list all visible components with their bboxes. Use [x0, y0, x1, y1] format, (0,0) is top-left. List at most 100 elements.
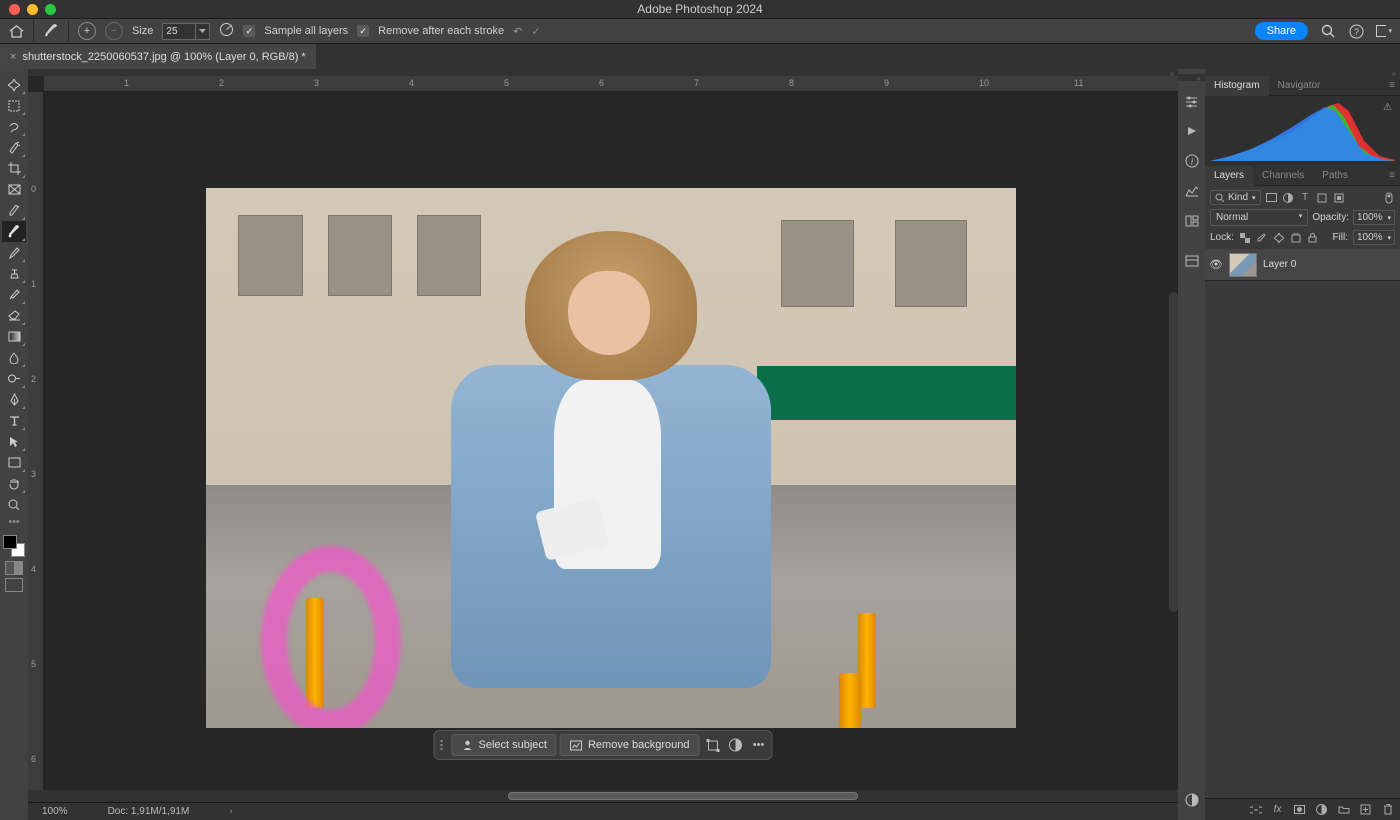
lock-image-icon[interactable]: [1256, 232, 1268, 244]
quick-mask-mode-icon[interactable]: [5, 561, 23, 575]
horizontal-ruler[interactable]: 1234567891011: [44, 76, 1178, 92]
transform-icon[interactable]: [703, 735, 723, 755]
layer-mask-icon[interactable]: [1293, 803, 1306, 816]
histogram-warning-icon[interactable]: ⚠: [1383, 102, 1392, 113]
styles-panel-icon[interactable]: [1182, 790, 1202, 810]
tab-histogram[interactable]: Histogram: [1205, 76, 1269, 96]
sample-all-layers-checkbox[interactable]: ✓: [243, 25, 255, 37]
search-icon[interactable]: [1320, 23, 1336, 39]
lock-transparency-icon[interactable]: [1239, 232, 1251, 244]
opacity-input[interactable]: 100%▾: [1353, 210, 1395, 225]
filter-type-icon[interactable]: T: [1299, 191, 1312, 204]
blend-mode-dropdown[interactable]: Normal▾: [1210, 209, 1308, 226]
magic-wand-tool[interactable]: [2, 137, 26, 158]
marquee-tool[interactable]: [2, 95, 26, 116]
select-subject-button[interactable]: Select subject: [452, 734, 557, 756]
dodge-tool[interactable]: [2, 368, 26, 389]
remove-background-button[interactable]: Remove background: [560, 734, 700, 756]
layer-row[interactable]: 👁 Layer 0: [1205, 249, 1400, 281]
remove-after-stroke-checkbox[interactable]: ✓: [357, 25, 369, 37]
help-icon[interactable]: ?: [1348, 23, 1364, 39]
pen-tool[interactable]: [2, 389, 26, 410]
workspace-switcher-icon[interactable]: ▾: [1376, 23, 1392, 39]
filter-smart-icon[interactable]: [1333, 191, 1346, 204]
adjustments-icon[interactable]: [726, 735, 746, 755]
vertical-ruler[interactable]: 0123456: [28, 92, 44, 790]
gradient-tool[interactable]: [2, 326, 26, 347]
type-tool[interactable]: [2, 410, 26, 431]
history-brush-tool[interactable]: [2, 284, 26, 305]
edit-toolbar-icon[interactable]: •••: [2, 515, 26, 529]
layer-style-icon[interactable]: fx: [1271, 803, 1284, 816]
properties-panel-icon[interactable]: [1182, 181, 1202, 201]
layers-list[interactable]: 👁 Layer 0: [1205, 249, 1400, 798]
layer-name[interactable]: Layer 0: [1263, 259, 1296, 270]
brush-size-input[interactable]: 25: [162, 23, 196, 40]
filter-shape-icon[interactable]: [1316, 191, 1329, 204]
undo-icon[interactable]: ↶: [513, 25, 522, 38]
close-window-button[interactable]: [9, 4, 20, 15]
more-options-icon[interactable]: •••: [749, 735, 769, 755]
panel-menu-icon[interactable]: ≡: [1389, 80, 1400, 91]
blur-tool[interactable]: [2, 347, 26, 368]
subtract-from-sample-icon[interactable]: −: [105, 22, 123, 40]
close-tab-icon[interactable]: ×: [10, 51, 16, 63]
horizontal-scrollbar[interactable]: [28, 790, 1178, 802]
tab-navigator[interactable]: Navigator: [1269, 76, 1330, 96]
visibility-toggle-icon[interactable]: 👁: [1209, 258, 1223, 271]
expand-hint-icon[interactable]: «: [1178, 74, 1205, 81]
move-tool[interactable]: [2, 74, 26, 95]
path-selection-tool[interactable]: [2, 431, 26, 452]
filter-toggle-icon[interactable]: [1382, 191, 1395, 204]
healing-brush-tool[interactable]: [2, 221, 26, 242]
zoom-level[interactable]: 100%: [42, 806, 68, 817]
eyedropper-tool[interactable]: [2, 200, 26, 221]
canvas-viewport[interactable]: [44, 92, 1178, 790]
histogram-display[interactable]: ⚠: [1205, 96, 1400, 166]
crop-tool[interactable]: [2, 158, 26, 179]
layer-filter-dropdown[interactable]: Kind▾: [1210, 190, 1261, 205]
frame-tool[interactable]: [2, 179, 26, 200]
brush-tool[interactable]: [2, 242, 26, 263]
drag-handle-icon[interactable]: [441, 734, 446, 756]
share-button[interactable]: Share: [1255, 22, 1308, 40]
adjustments-panel-icon[interactable]: [1182, 91, 1202, 111]
vertical-scrollbar[interactable]: [1169, 292, 1178, 612]
delete-layer-icon[interactable]: [1381, 803, 1394, 816]
tab-channels[interactable]: Channels: [1253, 166, 1313, 186]
fill-input[interactable]: 100%▾: [1353, 230, 1395, 245]
spot-healing-brush-icon[interactable]: [43, 23, 59, 39]
filter-pixel-icon[interactable]: [1265, 191, 1278, 204]
document-tab[interactable]: × shutterstock_2250060537.jpg @ 100% (La…: [0, 44, 316, 69]
character-panel-icon[interactable]: [1182, 251, 1202, 271]
hand-tool[interactable]: [2, 473, 26, 494]
new-layer-icon[interactable]: [1359, 803, 1372, 816]
lock-artboard-icon[interactable]: [1290, 232, 1302, 244]
rectangle-tool[interactable]: [2, 452, 26, 473]
eraser-tool[interactable]: [2, 305, 26, 326]
add-to-sample-icon[interactable]: +: [78, 22, 96, 40]
screen-mode-icon[interactable]: [5, 578, 23, 592]
lock-position-icon[interactable]: [1273, 232, 1285, 244]
link-layers-icon[interactable]: [1249, 803, 1262, 816]
clone-stamp-tool[interactable]: [2, 263, 26, 284]
libraries-panel-icon[interactable]: [1182, 211, 1202, 231]
color-swatches[interactable]: [3, 535, 25, 557]
layer-thumbnail[interactable]: [1229, 253, 1257, 277]
brush-angle-icon[interactable]: [219, 22, 234, 40]
lock-all-icon[interactable]: [1307, 232, 1319, 244]
brush-size-dropdown[interactable]: [196, 23, 210, 40]
contextual-task-bar[interactable]: Select subject Remove background •••: [434, 730, 773, 760]
foreground-color-swatch[interactable]: [3, 535, 17, 549]
maximize-window-button[interactable]: [45, 4, 56, 15]
lasso-tool[interactable]: [2, 116, 26, 137]
tab-paths[interactable]: Paths: [1313, 166, 1357, 186]
doc-size-label[interactable]: Doc: 1,91M/1,91M: [108, 806, 190, 817]
status-flyout-icon[interactable]: ›: [229, 806, 232, 817]
commit-icon[interactable]: ✓: [531, 25, 540, 38]
info-panel-icon[interactable]: i: [1182, 151, 1202, 171]
canvas[interactable]: [206, 188, 1016, 728]
panel-collapse-hint[interactable]: »: [28, 69, 1178, 76]
tab-layers[interactable]: Layers: [1205, 166, 1253, 186]
zoom-tool[interactable]: [2, 494, 26, 515]
